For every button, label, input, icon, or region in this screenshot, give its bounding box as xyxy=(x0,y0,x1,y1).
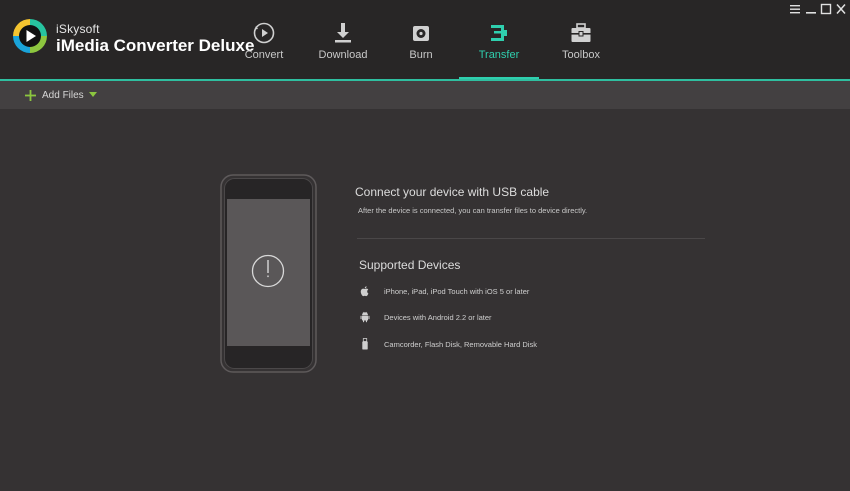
minimize-icon[interactable] xyxy=(804,3,818,15)
tab-label: Convert xyxy=(244,49,284,61)
close-icon[interactable] xyxy=(834,3,848,15)
tab-label: Transfer xyxy=(478,49,520,61)
add-files-label: Add Files xyxy=(42,89,84,101)
burn-icon xyxy=(413,26,429,41)
maximize-icon[interactable] xyxy=(819,3,833,15)
menu-icon[interactable] xyxy=(788,3,802,15)
tab-label: Toolbox xyxy=(562,49,600,61)
connect-subtitle: After the device is connected, you can t… xyxy=(358,206,588,215)
add-files-dropdown-icon[interactable] xyxy=(89,92,97,98)
tab-toolbox[interactable]: Toolbox xyxy=(543,0,619,80)
convert-icon xyxy=(253,22,275,44)
tab-burn[interactable]: Burn xyxy=(383,0,459,80)
device-item-storage: Camcorder, Flash Disk, Removable Hard Di… xyxy=(359,337,537,351)
android-icon xyxy=(360,311,370,323)
tab-transfer[interactable]: Transfer xyxy=(459,0,539,80)
tab-convert[interactable]: Convert xyxy=(226,0,302,80)
plus-icon xyxy=(25,89,36,101)
tab-download[interactable]: Download xyxy=(305,0,381,80)
transfer-icon xyxy=(491,25,507,41)
tab-label: Download xyxy=(318,49,368,61)
device-text: Devices with Android 2.2 or later xyxy=(384,312,492,322)
download-icon xyxy=(335,23,351,43)
supported-devices-title: Supported Devices xyxy=(359,258,461,272)
toolbox-icon xyxy=(571,23,591,42)
phone-illustration xyxy=(220,174,317,373)
device-item-ios: iPhone, iPad, iPod Touch with iOS 5 or l… xyxy=(359,284,529,298)
title-bar: iSkysoft iMedia Converter Deluxe Convert… xyxy=(0,0,850,80)
device-text: Camcorder, Flash Disk, Removable Hard Di… xyxy=(384,339,537,349)
app-title: iMedia Converter Deluxe xyxy=(56,36,255,55)
usb-drive-icon xyxy=(362,338,368,350)
content-divider xyxy=(357,238,705,239)
add-files-button[interactable]: Add Files xyxy=(25,81,84,109)
device-text: iPhone, iPad, iPod Touch with iOS 5 or l… xyxy=(384,286,530,296)
app-logo-icon xyxy=(13,19,47,53)
brand-company: iSkysoft xyxy=(56,22,100,36)
app-brand: iSkysoft iMedia Converter Deluxe xyxy=(56,22,255,56)
toolbar: Add Files xyxy=(0,81,850,109)
apple-icon xyxy=(360,286,369,297)
connect-title: Connect your device with USB cable xyxy=(355,185,550,199)
tab-label: Burn xyxy=(409,49,433,61)
device-item-android: Devices with Android 2.2 or later xyxy=(359,310,492,324)
